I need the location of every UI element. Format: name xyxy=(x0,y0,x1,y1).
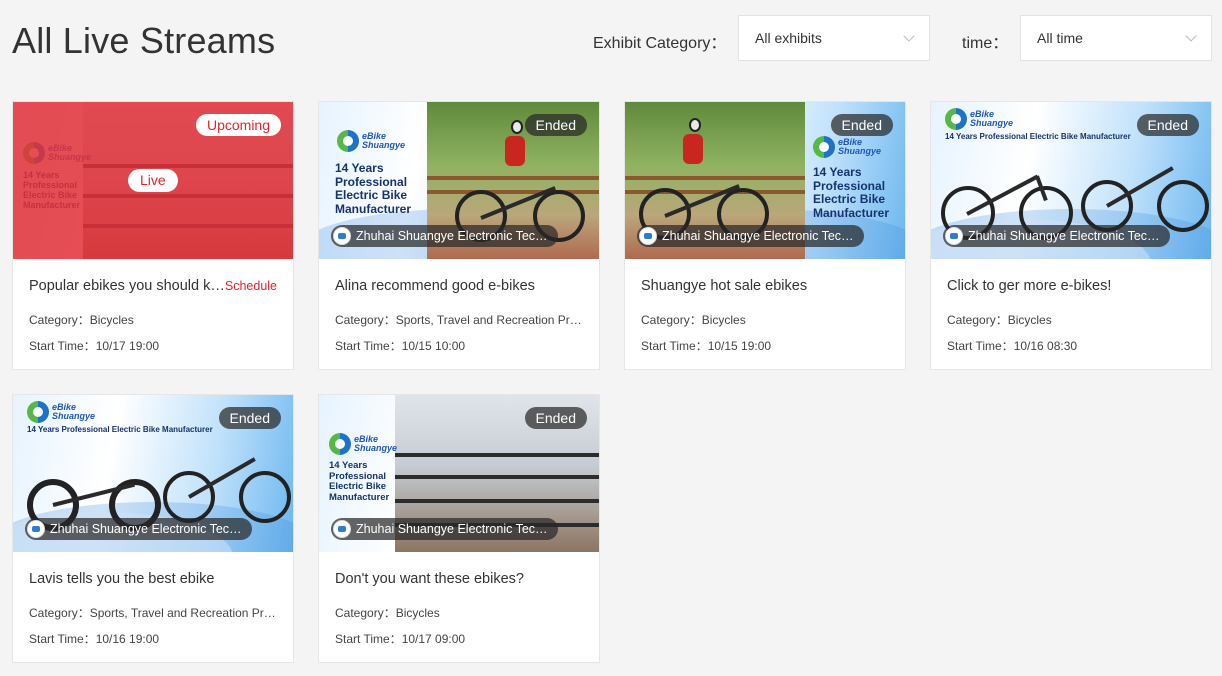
brand-tagline: 14 Years Professional Electric Bike Manu… xyxy=(27,425,213,434)
stream-card[interactable]: eBikeShuangye 14 Years Professional Elec… xyxy=(318,394,600,663)
status-badge: Ended xyxy=(218,407,281,429)
brand-tagline: 14 Years Professional Electric Bike Manu… xyxy=(335,161,412,216)
chevron-down-icon xyxy=(1185,29,1197,42)
status-badge: Upcoming xyxy=(195,114,281,136)
stream-card[interactable]: eBikeShuangye 14 Years Professional Elec… xyxy=(624,101,906,370)
company-avatar xyxy=(333,520,351,538)
stream-category: Category：Bicycles xyxy=(641,313,746,327)
time-filter-label: time： xyxy=(962,35,1009,52)
company-avatar xyxy=(945,227,963,245)
time-filter-select[interactable]: All time xyxy=(1020,15,1212,61)
stream-category: Category：Sports, Travel and Recreation P… xyxy=(29,606,279,620)
stream-card[interactable]: eBikeShuangye 14 Years Professional Elec… xyxy=(12,394,294,663)
company-avatar xyxy=(333,227,351,245)
brand-tagline: 14 Years Professional Electric Bike Manu… xyxy=(329,460,390,503)
stream-category: Category：Bicycles xyxy=(947,313,1052,327)
stream-thumbnail[interactable]: eBikeShuangye 14 Years Professional Elec… xyxy=(13,102,293,259)
brand-logo: eBikeShuangye xyxy=(337,130,405,152)
stream-start-time: Start Time：10/15 19:00 xyxy=(641,339,772,353)
brand-logo: eBikeShuangye xyxy=(27,401,95,423)
schedule-link[interactable]: Schedule xyxy=(225,279,277,293)
status-badge: Ended xyxy=(524,407,587,429)
company-avatar xyxy=(27,520,45,538)
brand-tagline: 14 Years Professional Electric Bike Manu… xyxy=(813,165,890,220)
stream-thumbnail[interactable]: eBikeShuangye 14 Years Professional Elec… xyxy=(319,395,599,552)
stream-start-time: Start Time：10/16 08:30 xyxy=(947,339,1078,353)
stream-start-time: Start Time：10/17 19:00 xyxy=(29,339,160,353)
company-chip[interactable]: Zhuhai Shuangye Electronic Technology Co… xyxy=(637,225,864,247)
stream-category: Category：Bicycles xyxy=(29,313,134,327)
company-avatar xyxy=(639,227,657,245)
exhibit-category-label: Exhibit Category： xyxy=(593,35,727,52)
stream-category: Category：Sports, Travel and Recreation P… xyxy=(335,313,585,327)
status-badge: Ended xyxy=(1136,114,1199,136)
brand-logo: eBikeShuangye xyxy=(945,108,1013,130)
company-chip[interactable]: Zhuhai Shuangye Electronic Technology Co… xyxy=(331,225,558,247)
company-chip[interactable]: Zhuhai Shuangye Electronic Technology Co… xyxy=(331,518,558,540)
stream-category: Category：Bicycles xyxy=(335,606,440,620)
stream-start-time: Start Time：10/16 19:00 xyxy=(29,632,160,646)
stream-start-time: Start Time：10/15 10:00 xyxy=(335,339,466,353)
stream-card[interactable]: eBikeShuangye 14 Years Professional Elec… xyxy=(930,101,1212,370)
stream-title[interactable]: Popular ebikes you should know about xyxy=(29,278,225,294)
stream-thumbnail[interactable]: eBikeShuangye 14 Years Professional Elec… xyxy=(319,102,599,259)
brand-logo: eBikeShuangye xyxy=(329,433,397,455)
stream-title[interactable]: Alina recommend good e-bikes xyxy=(335,278,585,294)
stream-title[interactable]: Don't you want these ebikes? xyxy=(335,571,585,587)
stream-start-time: Start Time：10/17 09:00 xyxy=(335,632,466,646)
time-filter-value: All time xyxy=(1037,30,1083,46)
stream-card[interactable]: eBikeShuangye 14 Years Professional Elec… xyxy=(318,101,600,370)
status-badge: Ended xyxy=(830,114,893,136)
status-badge: Ended xyxy=(524,114,587,136)
stream-thumbnail[interactable]: eBikeShuangye 14 Years Professional Elec… xyxy=(931,102,1211,259)
stream-title[interactable]: Shuangye hot sale ebikes xyxy=(641,278,891,294)
chevron-down-icon xyxy=(903,29,915,42)
exhibit-category-select[interactable]: All exhibits xyxy=(738,15,930,61)
stream-thumbnail[interactable]: eBikeShuangye 14 Years Professional Elec… xyxy=(13,395,293,552)
exhibit-category-value: All exhibits xyxy=(755,30,822,46)
page-title: All Live Streams xyxy=(12,20,276,61)
stream-card[interactable]: eBikeShuangye 14 Years Professional Elec… xyxy=(12,101,294,370)
brand-logo: eBikeShuangye xyxy=(813,136,881,158)
live-button[interactable]: Live xyxy=(128,169,178,192)
stream-title[interactable]: Click to ger more e-bikes! xyxy=(947,278,1197,294)
company-chip[interactable]: Zhuhai Shuangye Electronic Technology Co… xyxy=(25,518,252,540)
stream-thumbnail[interactable]: eBikeShuangye 14 Years Professional Elec… xyxy=(625,102,905,259)
company-chip[interactable]: Zhuhai Shuangye Electronic Technology Co… xyxy=(943,225,1170,247)
stream-title[interactable]: Lavis tells you the best ebike xyxy=(29,571,279,587)
brand-tagline: 14 Years Professional Electric Bike Manu… xyxy=(945,132,1131,141)
